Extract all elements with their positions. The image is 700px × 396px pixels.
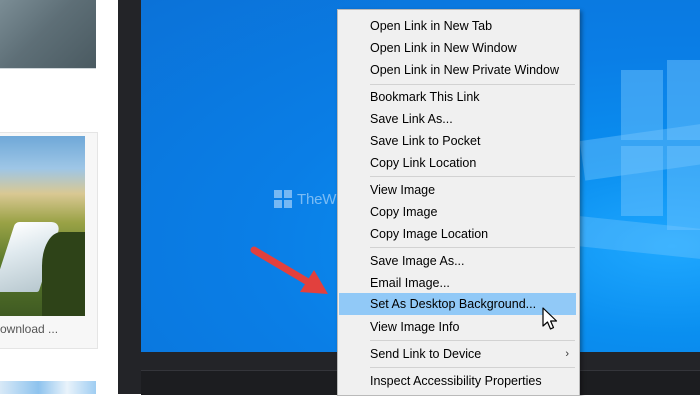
menu-separator [370, 84, 575, 85]
menu-item-open-new-window[interactable]: Open Link in New Window [338, 37, 579, 59]
menu-separator [370, 367, 575, 368]
red-arrow-icon [250, 246, 328, 294]
menu-item-email-image[interactable]: Email Image... [338, 272, 579, 294]
download-caption[interactable]: ownload ... [0, 322, 58, 336]
menu-item-inspect-accessibility[interactable]: Inspect Accessibility Properties [338, 370, 579, 392]
rock-shape [42, 232, 85, 316]
menu-separator [370, 340, 575, 341]
webpage-left-strip: ownload ... [0, 0, 118, 394]
menu-item-copy-image[interactable]: Copy Image [338, 201, 579, 223]
menu-item-send-link-device[interactable]: Send Link to Device › [338, 343, 579, 365]
menu-item-view-image[interactable]: View Image [338, 179, 579, 201]
menu-item-save-link-as[interactable]: Save Link As... [338, 108, 579, 130]
menu-item-save-link-pocket[interactable]: Save Link to Pocket [338, 130, 579, 152]
thumbnail-image-bottom[interactable] [0, 381, 96, 394]
mouse-cursor-icon [542, 307, 558, 330]
thumbnail-image-landscape[interactable] [0, 136, 85, 316]
context-menu: Open Link in New Tab Open Link in New Wi… [337, 9, 580, 396]
menu-item-open-private-window[interactable]: Open Link in New Private Window [338, 59, 579, 81]
menu-item-open-new-tab[interactable]: Open Link in New Tab [338, 15, 579, 37]
menu-separator [370, 176, 575, 177]
menu-item-copy-link-location[interactable]: Copy Link Location [338, 152, 579, 174]
menu-item-copy-image-location[interactable]: Copy Image Location [338, 223, 579, 245]
chevron-right-icon: › [565, 348, 569, 360]
menu-item-save-image-as[interactable]: Save Image As... [338, 250, 579, 272]
thumbnail-image-top[interactable] [0, 0, 96, 69]
menu-separator [370, 247, 575, 248]
menu-item-bookmark-link[interactable]: Bookmark This Link [338, 86, 579, 108]
windows-logo-shape [621, 30, 700, 230]
windowsclub-logo-icon [274, 190, 292, 208]
